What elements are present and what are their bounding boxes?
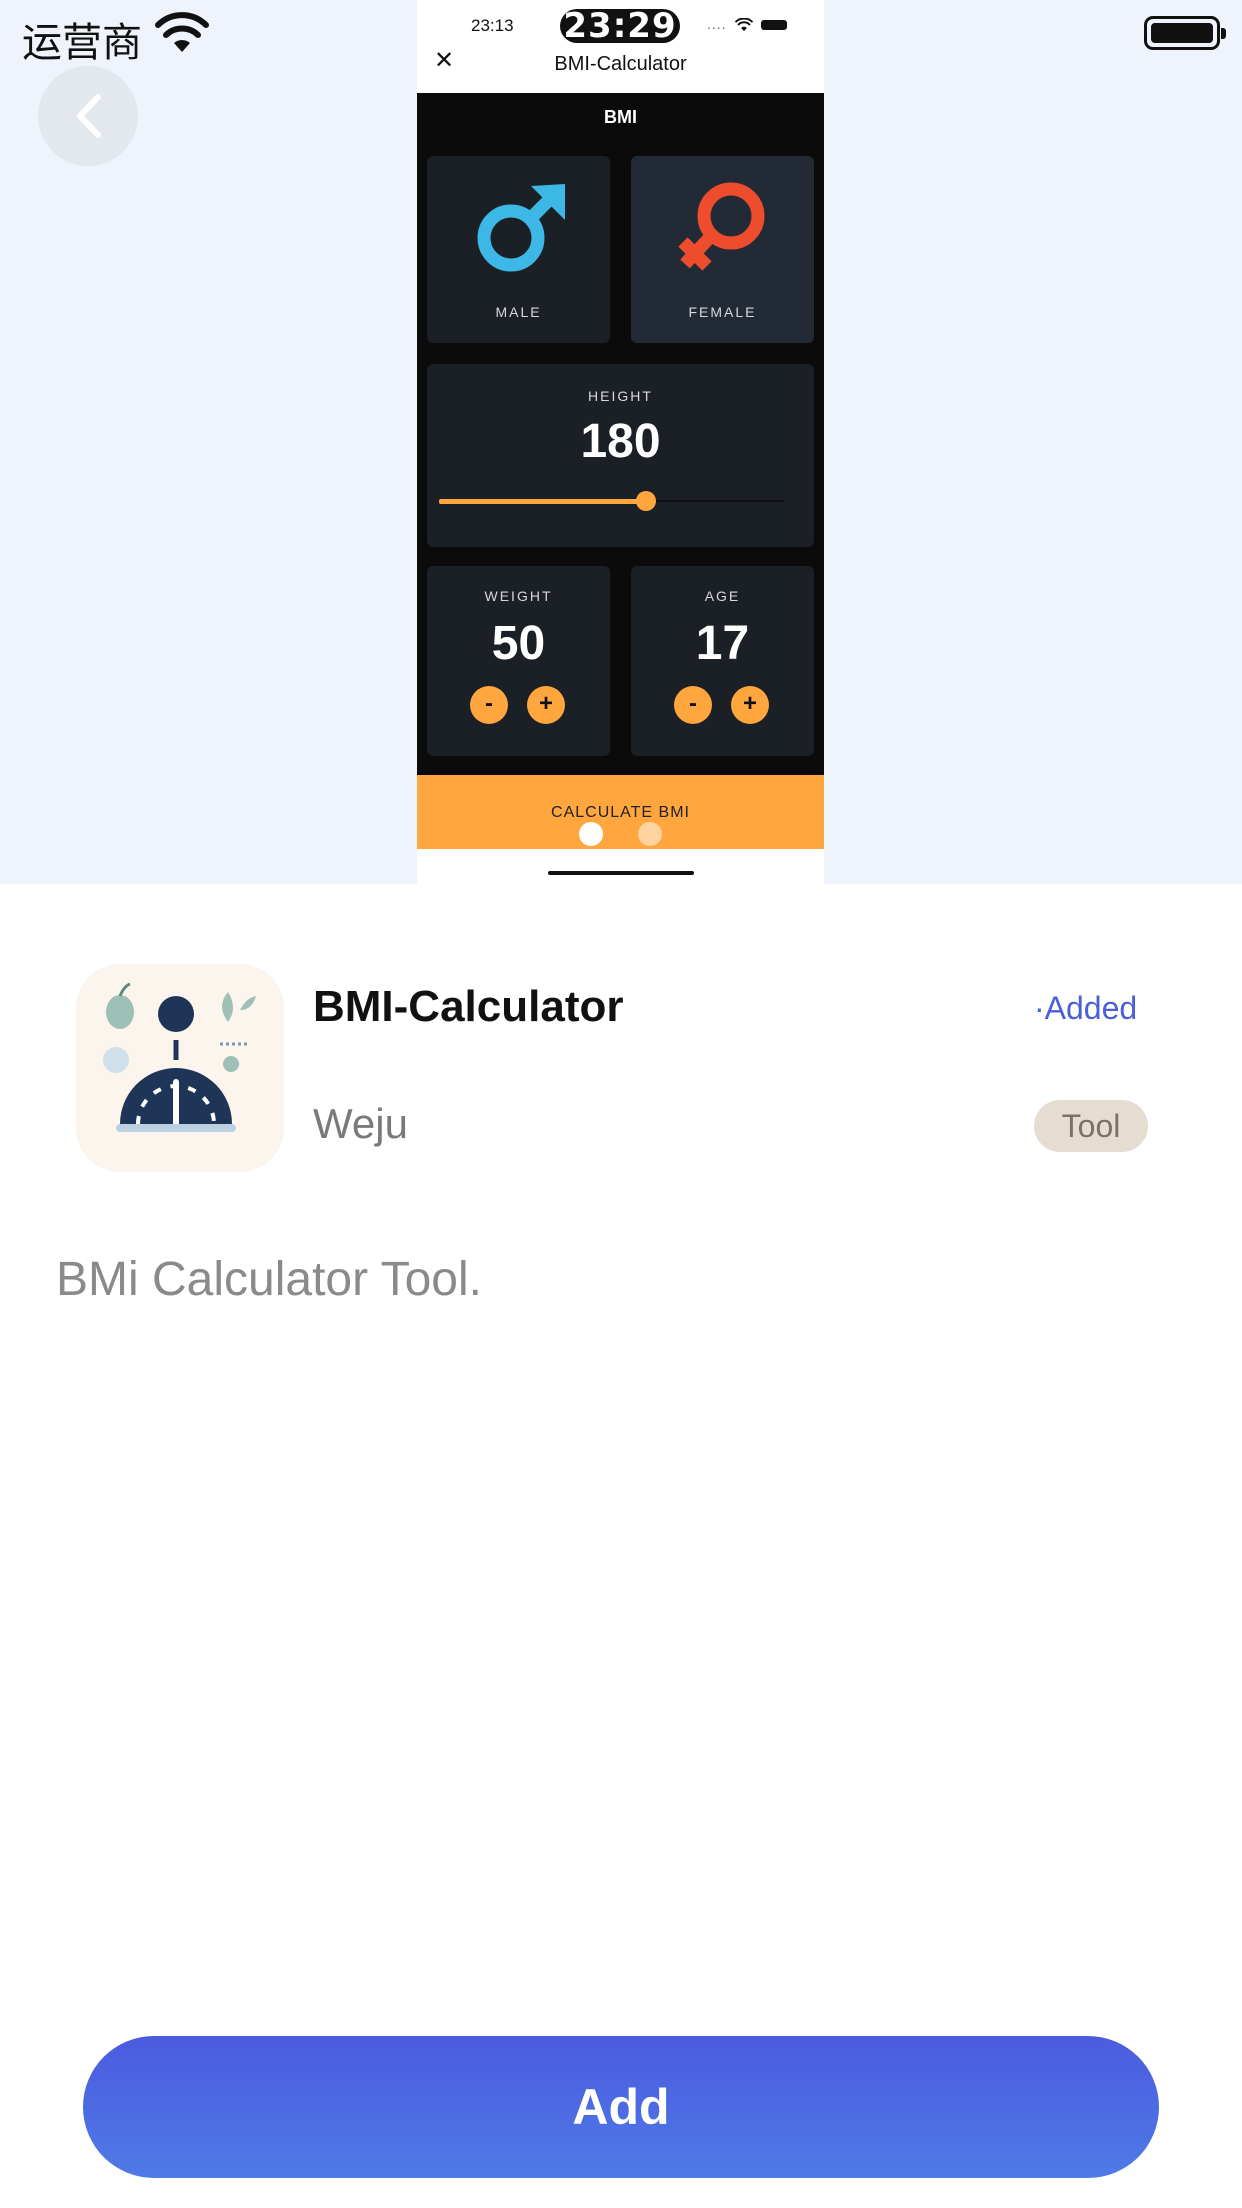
weight-minus-button: -	[470, 686, 508, 724]
age-label: AGE	[704, 588, 741, 604]
height-slider-knob	[636, 491, 656, 511]
added-status: ·Added	[1034, 990, 1138, 1026]
male-label: MALE	[495, 304, 542, 320]
age-minus-button: -	[674, 686, 712, 724]
preview-screenshot: 23:13 23:29 .... ✕ BMI-Calculator BMI MA…	[417, 0, 824, 884]
bmi-gauge-icon	[103, 982, 256, 1132]
back-button[interactable]	[38, 66, 138, 166]
male-symbol-icon	[477, 184, 565, 272]
weight-plus-button: +	[527, 686, 565, 724]
weight-card: WEIGHT 50 - +	[427, 566, 610, 756]
height-value: 180	[580, 415, 661, 468]
preview-home-area	[417, 849, 824, 884]
preview-header: BMI	[604, 107, 637, 127]
calculate-bmi-bar: CALCULATE BMI	[417, 775, 824, 849]
developer-name: Weju	[313, 1100, 408, 1147]
app-name: BMI-Calculator	[313, 982, 624, 1031]
preview-title: BMI-Calculator	[554, 53, 687, 75]
battery-icon	[1144, 16, 1226, 50]
preview-battery-icon	[761, 20, 787, 30]
preview-home-indicator	[548, 871, 694, 875]
height-slider-fill	[439, 499, 646, 504]
age-card: AGE 17 - +	[631, 566, 814, 756]
carrier-label: 运营商	[22, 20, 142, 66]
female-card: FEMALE	[631, 156, 814, 343]
age-plus-button: +	[731, 686, 769, 724]
height-label: HEIGHT	[588, 388, 653, 404]
female-symbol-icon	[678, 182, 765, 271]
preview-wifi-icon	[735, 18, 753, 31]
female-label: FEMALE	[688, 304, 757, 320]
app-icon	[76, 964, 284, 1172]
add-button[interactable]: Add	[83, 2036, 1159, 2178]
preview-time: 23:13	[471, 16, 514, 35]
preview-clock-overlay: 23:29	[560, 9, 680, 43]
preview-signal: ....	[707, 16, 727, 32]
app-description: BMi Calculator Tool.	[56, 1253, 482, 1306]
page-dot[interactable]	[638, 822, 662, 846]
page-dot-active[interactable]	[579, 822, 603, 846]
wifi-icon	[155, 12, 209, 52]
weight-label: WEIGHT	[484, 588, 553, 604]
height-card: HEIGHT 180	[427, 364, 814, 547]
weight-value: 50	[491, 617, 546, 670]
male-card: MALE	[427, 156, 610, 343]
category-badge: Tool	[1034, 1100, 1148, 1152]
chevron-left-icon	[77, 94, 101, 138]
age-value: 17	[695, 617, 750, 670]
calculate-bmi-label: CALCULATE BMI	[551, 804, 690, 821]
